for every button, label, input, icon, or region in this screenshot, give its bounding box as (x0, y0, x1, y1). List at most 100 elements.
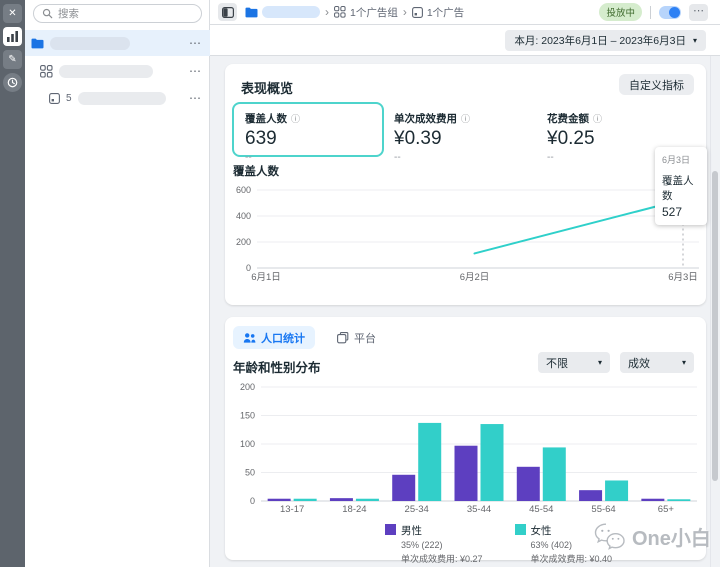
chart-tooltip: 6月3日 覆盖人数 527 (655, 147, 707, 225)
sub-toolbar: 本月: 2023年6月1日 – 2023年6月3日 ▾ (210, 25, 720, 56)
metric-label: 单次成效费用 (394, 113, 457, 125)
watermark-text: One小白 (632, 528, 711, 550)
breadcrumb-adset-label: 1个广告组 (350, 6, 398, 19)
tab-label: 平台 (354, 332, 376, 345)
wechat-logo-icon (594, 523, 625, 550)
redacted-adset-name (59, 64, 153, 78)
collapse-sidebar-button[interactable] (218, 3, 237, 21)
svg-text:200: 200 (240, 382, 255, 392)
svg-text:6月1日: 6月1日 (251, 272, 281, 283)
left-icon-rail: ✕ ✎ (0, 0, 25, 567)
more-options-icon[interactable]: ⋯ (189, 37, 202, 49)
dropdown-value: 不限 (546, 357, 568, 370)
info-icon: ⓘ (593, 114, 603, 124)
adset-grid-icon (334, 6, 346, 18)
info-icon: ⓘ (461, 114, 471, 124)
legend-name: 男性 (401, 525, 422, 537)
legend-share: 35% (222) (401, 540, 443, 550)
performance-overview-panel: 表现概览 自定义指标 覆盖人数 ⓘ 639 -- 单次成效费用 ⓘ ¥0.39 --… (225, 64, 706, 305)
breakdown-tabs: 人口统计 平台 (233, 326, 386, 349)
scrollbar-thumb[interactable] (712, 171, 718, 481)
ad-icon (411, 6, 423, 18)
folder-icon (245, 7, 258, 17)
legend-swatch-female (514, 524, 526, 535)
svg-text:100: 100 (240, 439, 255, 449)
redacted-campaign-name (50, 36, 130, 50)
svg-text:400: 400 (236, 211, 251, 221)
active-toggle[interactable] (659, 5, 681, 19)
filter-dropdown-breakdown[interactable]: 不限 ▾ (538, 352, 610, 373)
svg-text:150: 150 (240, 411, 255, 421)
legend-item-male: 男性 35% (222) 单次成效费用: ¥0.27 (385, 523, 483, 565)
chevron-right-icon: › (325, 5, 329, 19)
metric-card-cost-per-result[interactable]: 单次成效费用 ⓘ ¥0.39 -- (381, 102, 533, 163)
svg-text:6月2日: 6月2日 (460, 272, 490, 283)
metric-value: ¥0.39 (394, 128, 442, 149)
panel-toggle-icon (221, 6, 234, 18)
ads-manager-app: ✕ ✎ 搜索 ⋯ ⋯ 5 ⋯ › 1个广告组 › 1个广告 投放中 ⋯ 本月: … (0, 0, 720, 567)
age-gender-bar-chart: 0 50 100 150 200 13-17 18-24 25-34 35-44 45-54 55-… (240, 382, 697, 515)
customize-metrics-button[interactable]: 自定义指标 (619, 74, 694, 95)
tooltip-label: 覆盖人数 (662, 175, 694, 202)
tooltip-value: 527 (662, 205, 683, 219)
svg-text:65+: 65+ (658, 504, 675, 515)
chevron-down-icon: ▾ (681, 358, 686, 367)
filter-dropdown-metric[interactable]: 成效 ▾ (620, 352, 694, 373)
tab-demographics[interactable]: 人口统计 (233, 326, 315, 349)
edit-tool-button[interactable]: ✎ (3, 50, 22, 69)
panel-title: 表现概览 (241, 81, 294, 96)
header-right-group: 投放中 ⋯ (599, 3, 720, 21)
adset-grid-icon (40, 64, 53, 78)
status-badge: 投放中 (599, 3, 642, 21)
close-glyph: ✕ (8, 8, 17, 19)
close-icon[interactable]: ✕ (3, 4, 22, 23)
svg-text:13-17: 13-17 (280, 504, 304, 515)
search-placeholder: 搜索 (58, 8, 79, 20)
svg-text:55-64: 55-64 (591, 504, 615, 515)
legend-cost: 单次成效费用: ¥0.40 (530, 554, 613, 564)
metric-card-reach[interactable]: 覆盖人数 ⓘ 639 -- (232, 102, 384, 163)
history-tool-button[interactable] (3, 73, 22, 92)
breadcrumb-campaign[interactable] (245, 6, 320, 18)
search-icon (42, 8, 53, 19)
charts-tool-button[interactable] (3, 27, 22, 46)
svg-text:45-54: 45-54 (529, 504, 553, 515)
svg-text:0: 0 (250, 496, 255, 506)
sidebar-item-adset[interactable]: ⋯ (25, 58, 210, 84)
tab-label: 人口统计 (261, 332, 305, 345)
tab-platform[interactable]: 平台 (327, 326, 386, 349)
more-options-icon[interactable]: ⋯ (189, 65, 202, 77)
legend-cost: 单次成效费用: ¥0.27 (401, 554, 483, 564)
sidebar-item-ad[interactable]: 5 ⋯ (25, 85, 210, 111)
more-menu-button[interactable]: ⋯ (689, 3, 708, 21)
chart-legend: 男性 35% (222) 单次成效费用: ¥0.27 女性 63% (402) … (385, 523, 612, 565)
search-input[interactable]: 搜索 (33, 4, 202, 23)
svg-text:600: 600 (236, 185, 251, 195)
ad-icon (49, 92, 60, 104)
bar-chart-icon (7, 31, 18, 42)
info-icon: ⓘ (291, 114, 301, 124)
redacted-campaign-name (262, 6, 320, 18)
sidebar-item-campaign[interactable]: ⋯ (25, 30, 210, 56)
redacted-ad-name (77, 91, 166, 105)
people-icon (243, 332, 256, 343)
breadcrumb-ad[interactable]: 1个广告 (411, 5, 465, 20)
tooltip-date: 6月3日 (662, 155, 691, 165)
campaign-sidebar: 搜索 ⋯ ⋯ 5 ⋯ (25, 0, 210, 567)
breadcrumb-adset[interactable]: 1个广告组 (334, 5, 398, 20)
metric-sub: -- (245, 152, 252, 163)
dropdown-value: 成效 (628, 357, 650, 370)
breadcrumb-ad-label: 1个广告 (426, 6, 465, 19)
watermark: One小白 (594, 522, 711, 551)
folder-icon (31, 38, 44, 48)
chevron-down-icon: ▾ (597, 358, 602, 367)
more-options-icon[interactable]: ⋯ (189, 92, 202, 104)
pencil-icon: ✎ (8, 54, 17, 65)
svg-text:25-34: 25-34 (405, 504, 429, 515)
ad-name-prefix: 5 (66, 92, 72, 104)
date-range-selector[interactable]: 本月: 2023年6月1日 – 2023年6月3日 ▾ (505, 30, 706, 51)
svg-text:6月3日: 6月3日 (668, 272, 698, 283)
metric-value: ¥0.25 (547, 128, 595, 149)
section-title: 年龄和性别分布 (233, 361, 321, 375)
chevron-right-icon: › (402, 5, 407, 19)
